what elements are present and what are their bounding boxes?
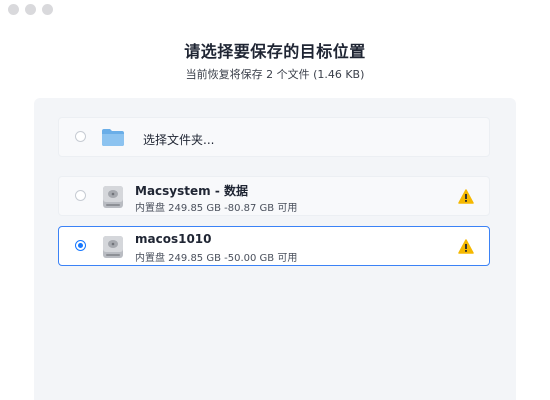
disk-option-macsystem[interactable]: Macsystem - 数据 内置盘 249.85 GB -80.87 GB 可…: [58, 176, 490, 216]
choose-folder-radio[interactable]: [75, 131, 86, 142]
dialog-title: 请选择要保存的目标位置: [184, 42, 366, 61]
close-window-button[interactable]: [8, 4, 19, 15]
disk-info: 内置盘 249.85 GB -50.00 GB 可用: [135, 253, 298, 264]
location-list-panel: 选择文件夹... Macsystem - 数据 内置盘 249.85 GB -8…: [34, 98, 516, 400]
warning-icon: [458, 189, 474, 204]
disk-name: macos1010: [135, 232, 212, 246]
disk-radio-selected[interactable]: [75, 240, 86, 251]
disk-radio[interactable]: [75, 190, 86, 201]
disk-info: 内置盘 249.85 GB -80.87 GB 可用: [135, 203, 298, 214]
disk-name: Macsystem - 数据: [135, 184, 248, 198]
zoom-window-button[interactable]: [42, 4, 53, 15]
choose-folder-option[interactable]: 选择文件夹...: [58, 117, 490, 157]
warning-icon: [458, 239, 474, 254]
dialog-subtitle: 当前恢复将保存 2 个文件 (1.46 KB): [185, 68, 365, 81]
window-controls: [8, 4, 53, 15]
hard-disk-icon: [103, 236, 123, 258]
folder-icon: [102, 129, 124, 146]
minimize-window-button[interactable]: [25, 4, 36, 15]
hard-disk-icon: [103, 186, 123, 208]
save-location-dialog: 请选择要保存的目标位置 当前恢复将保存 2 个文件 (1.46 KB) 选择文件…: [0, 0, 550, 400]
choose-folder-label: 选择文件夹...: [143, 133, 215, 147]
disk-option-macos1010[interactable]: macos1010 内置盘 249.85 GB -50.00 GB 可用: [58, 226, 490, 266]
